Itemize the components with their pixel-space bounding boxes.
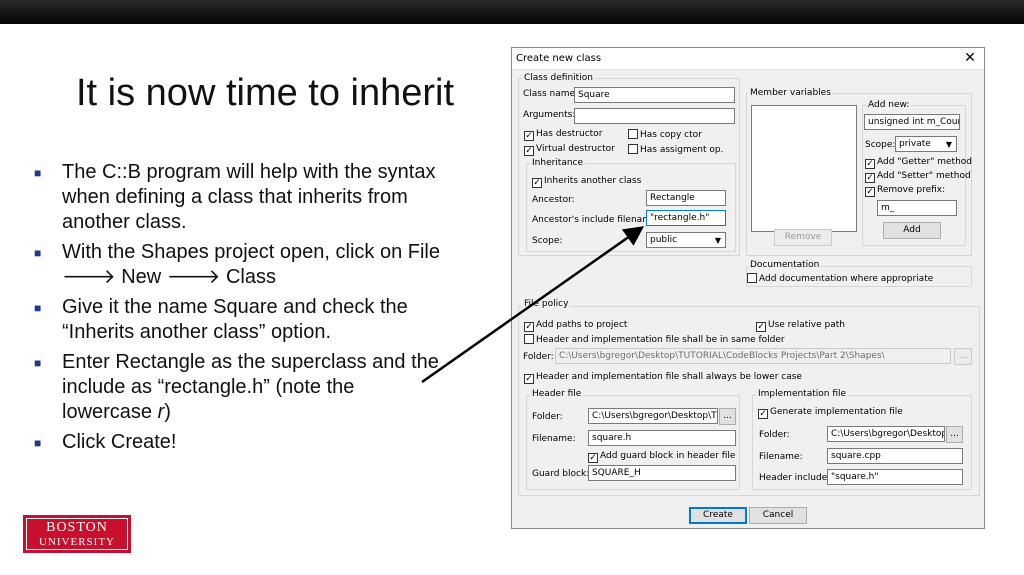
- boston-university-logo: BOSTON UNIVERSITY: [23, 515, 131, 553]
- remove-button[interactable]: Remove: [774, 229, 832, 246]
- lower-case-checkbox[interactable]: ✓ Header and implementation file shall al…: [524, 372, 802, 384]
- add-documentation-checkbox[interactable]: Add documentation where appropriate: [747, 273, 933, 285]
- cancel-button[interactable]: Cancel: [749, 507, 807, 524]
- has-assignment-op-checkbox[interactable]: Has assigment op.: [628, 144, 723, 156]
- checkbox-empty-icon: [628, 129, 638, 139]
- bullet-square-icon: ■: [34, 356, 42, 370]
- checkbox-checked-icon: ✓: [524, 374, 534, 384]
- generate-implementation-checkbox[interactable]: ✓ Generate implementation file: [758, 407, 903, 419]
- add-new-input[interactable]: unsigned int m_Counter: [864, 114, 960, 130]
- virtual-destructor-checkbox[interactable]: ✓ Virtual destructor: [524, 144, 615, 156]
- create-new-class-dialog: Create new class ✕ Class definition Clas…: [511, 47, 985, 529]
- impl-filename-input[interactable]: square.cpp: [827, 448, 963, 464]
- inherits-another-class-checkbox[interactable]: ✓ Inherits another class: [532, 176, 641, 188]
- checkbox-empty-icon: [628, 144, 638, 154]
- impl-filename-label: Filename:: [759, 452, 803, 462]
- header-file-label: Header file: [530, 389, 584, 399]
- dialog-title: Create new class: [516, 53, 602, 64]
- member-scope-select[interactable]: private ▼: [895, 136, 957, 152]
- folder-label: Folder:: [523, 352, 554, 362]
- header-browse-button[interactable]: ...: [719, 408, 736, 425]
- checkbox-checked-icon: ✓: [524, 146, 534, 156]
- chevron-down-icon: ▼: [714, 236, 721, 245]
- bullet-square-icon: ■: [34, 246, 42, 260]
- impl-folder-label: Folder:: [759, 430, 790, 440]
- impl-folder-input[interactable]: C:\Users\bgregor\Desktop\T: [827, 426, 945, 442]
- checkbox-checked-icon: ✓: [865, 173, 875, 183]
- checkbox-empty-icon: [747, 273, 757, 283]
- close-icon[interactable]: ✕: [962, 50, 978, 66]
- checkbox-checked-icon: ✓: [758, 409, 768, 419]
- checkbox-empty-icon: [524, 334, 534, 344]
- guard-block-label: Guard block:: [532, 469, 590, 479]
- checkbox-checked-icon: ✓: [756, 322, 766, 332]
- file-policy-label: File policy: [522, 299, 571, 309]
- member-variables-label: Member variables: [748, 88, 833, 98]
- remove-prefix-checkbox[interactable]: ✓ Remove prefix:: [865, 185, 945, 197]
- checkbox-checked-icon: ✓: [588, 453, 598, 463]
- header-filename-label: Filename:: [532, 434, 576, 444]
- add-new-label: Add new:: [866, 100, 912, 110]
- bullet-square-icon: ■: [34, 301, 42, 315]
- arrow-right-icon: 🡒: [166, 266, 221, 288]
- bullet-list: ■ The C::B program will help with the syn…: [32, 160, 442, 460]
- has-copy-ctor-checkbox[interactable]: Has copy ctor: [628, 129, 702, 141]
- implementation-file-label: Implementation file: [756, 389, 849, 399]
- folder-input[interactable]: C:\Users\bgregor\Desktop\TUTORIAL\CodeBl…: [555, 348, 951, 364]
- documentation-label: Documentation: [748, 260, 822, 270]
- checkbox-checked-icon: ✓: [865, 159, 875, 169]
- add-getter-checkbox[interactable]: ✓ Add "Getter" method: [865, 157, 972, 169]
- chevron-down-icon: ▼: [945, 140, 952, 149]
- member-variables-list[interactable]: [751, 105, 857, 232]
- header-folder-label: Folder:: [532, 412, 563, 422]
- checkbox-checked-icon: ✓: [524, 322, 534, 332]
- folder-browse-button[interactable]: ...: [954, 348, 972, 365]
- has-destructor-checkbox[interactable]: ✓ Has destructor: [524, 129, 602, 141]
- header-filename-input[interactable]: square.h: [588, 430, 736, 446]
- checkbox-checked-icon: ✓: [532, 178, 542, 188]
- member-scope-label: Scope:: [865, 140, 896, 150]
- inheritance-scope-label: Scope:: [532, 236, 563, 246]
- prefix-input[interactable]: m_: [877, 200, 957, 216]
- top-bar: [0, 0, 1024, 24]
- header-include-input[interactable]: "square.h": [827, 469, 963, 485]
- impl-browse-button[interactable]: ...: [946, 426, 963, 443]
- add-setter-checkbox[interactable]: ✓ Add "Setter" method: [865, 171, 971, 183]
- bullet-item: ■ The C::B program will help with the syn…: [34, 161, 436, 233]
- bullet-item: ■ Enter Rectangle as the superclass and t…: [34, 351, 439, 423]
- ancestor-label: Ancestor:: [532, 195, 575, 205]
- guard-block-input[interactable]: SQUARE_H: [588, 465, 736, 481]
- dialog-titlebar: Create new class ✕: [512, 48, 984, 70]
- checkbox-checked-icon: ✓: [865, 187, 875, 197]
- arguments-input[interactable]: [574, 108, 735, 124]
- bullet-item: ■ Click Create!: [32, 430, 442, 455]
- same-folder-checkbox[interactable]: Header and implementation file shall be …: [524, 334, 785, 346]
- class-definition-label: Class definition: [522, 73, 595, 83]
- bullet-item: ■ Give it the name Square and check the “…: [34, 296, 408, 343]
- inheritance-scope-select[interactable]: public ▼: [646, 232, 726, 248]
- ancestor-include-label: Ancestor's include filename:: [532, 215, 660, 225]
- arguments-label: Arguments:: [523, 110, 576, 120]
- checkbox-checked-icon: ✓: [524, 131, 534, 141]
- header-folder-input[interactable]: C:\Users\bgregor\Desktop\TUTC: [588, 408, 718, 424]
- bullet-square-icon: ■: [34, 436, 42, 450]
- arrow-right-icon: 🡒: [62, 266, 116, 288]
- class-name-label: Class name:: [523, 89, 579, 99]
- add-paths-checkbox[interactable]: ✓ Add paths to project: [524, 320, 627, 332]
- slide-title: It is now time to inherit: [76, 72, 455, 114]
- header-include-label: Header include:: [759, 473, 831, 483]
- class-name-input[interactable]: Square: [574, 87, 735, 103]
- use-relative-path-checkbox[interactable]: ✓ Use relative path: [756, 320, 845, 332]
- bullet-square-icon: ■: [34, 166, 42, 180]
- add-button[interactable]: Add: [883, 222, 941, 239]
- ancestor-input[interactable]: Rectangle: [646, 190, 726, 206]
- guard-block-checkbox[interactable]: ✓ Add guard block in header file: [588, 451, 735, 463]
- inheritance-label: Inheritance: [530, 158, 586, 168]
- bullet-item: ■ With the Shapes project open, click on …: [34, 241, 440, 288]
- create-button[interactable]: Create: [689, 507, 747, 524]
- ancestor-include-input[interactable]: "rectangle.h": [646, 210, 726, 226]
